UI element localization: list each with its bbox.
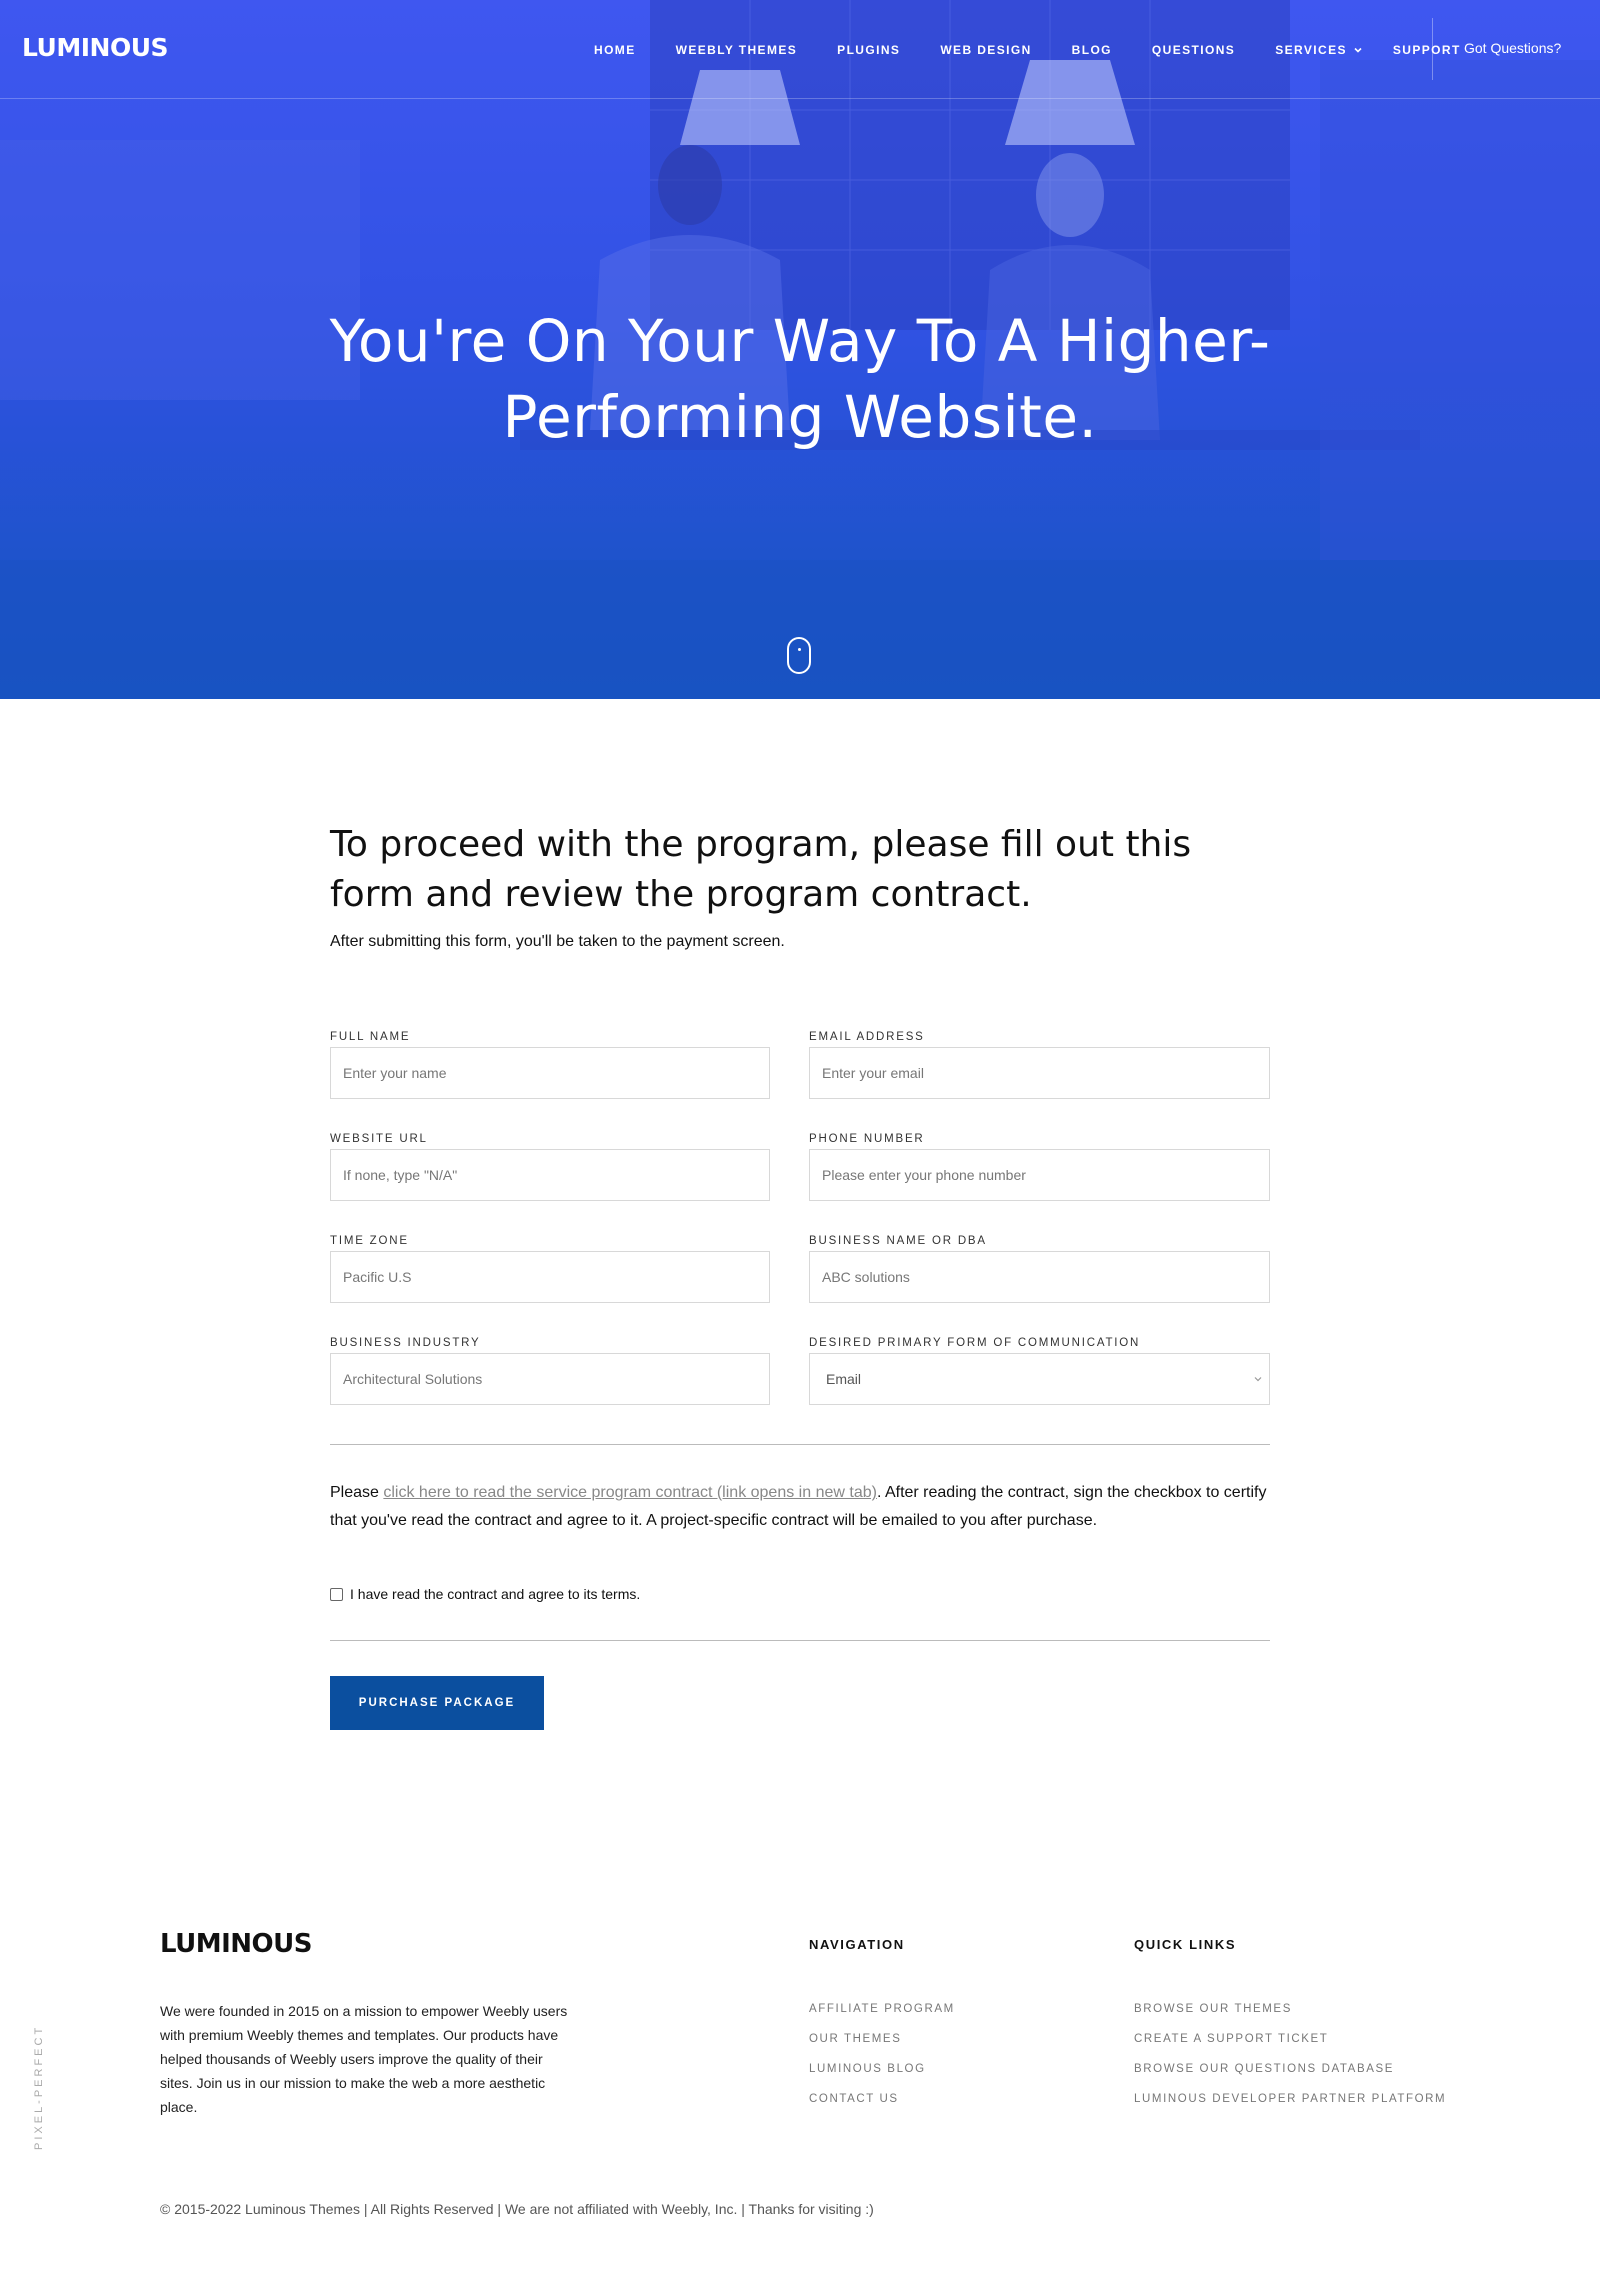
nav-label: HOME xyxy=(594,42,636,57)
nav-label: WEB DESIGN xyxy=(940,42,1032,57)
phone-label: PHONE NUMBER xyxy=(809,1133,925,1145)
contract-text-before: Please xyxy=(330,1484,384,1501)
footer-logo[interactable]: LUMINOUS xyxy=(160,1929,313,1959)
nav-item-blog[interactable]: BLOG xyxy=(1072,43,1112,57)
nav-item-weebly-themes[interactable]: WEEBLY THEMES xyxy=(676,43,798,57)
nav-label: PLUGINS xyxy=(837,42,901,57)
website-input[interactable] xyxy=(330,1149,770,1201)
footer-link-affiliate-program[interactable]: AFFILIATE PROGRAM xyxy=(809,2003,955,2015)
timezone-input[interactable] xyxy=(330,1251,770,1303)
form-subtitle: After submitting this form, you'll be ta… xyxy=(330,933,785,950)
nav-label: SUPPORT xyxy=(1392,42,1461,57)
chevron-down-icon xyxy=(1254,1377,1262,1382)
form-title: To proceed with the program, please fill… xyxy=(330,824,1192,915)
brand-logo[interactable]: LUMINOUS xyxy=(22,33,169,62)
industry-label: BUSINESS INDUSTRY xyxy=(330,1337,481,1349)
footer-link-support-ticket[interactable]: CREATE A SUPPORT TICKET xyxy=(1134,2033,1328,2045)
email-label: EMAIL ADDRESS xyxy=(809,1031,925,1043)
footer-quick-links-heading: QUICK LINKS xyxy=(1134,1937,1237,1952)
top-navigation: LUMINOUS HOME WEEBLY THEMES PLUGINS WEB … xyxy=(0,0,1600,99)
pixel-perfect-side-label: PIXEL-PERFECT xyxy=(33,2024,45,2150)
footer-about-text: We were founded in 2015 on a mission to … xyxy=(160,2003,568,2115)
footer-link-questions-database[interactable]: BROWSE OUR QUESTIONS DATABASE xyxy=(1134,2063,1394,2075)
business-name-label: BUSINESS NAME OR DBA xyxy=(809,1235,987,1247)
website-label: WEBSITE URL xyxy=(330,1133,428,1145)
full-name-label: FULL NAME xyxy=(330,1031,411,1043)
nav-label: BLOG xyxy=(1071,42,1112,57)
hero-title-line1: You're On Your Way To A Higher- xyxy=(329,307,1271,375)
nav-item-home[interactable]: HOME xyxy=(594,43,636,57)
phone-input[interactable] xyxy=(809,1149,1270,1201)
nav-item-web-design[interactable]: WEB DESIGN xyxy=(940,43,1031,57)
hero-title: You're On Your Way To A Higher- Performi… xyxy=(0,303,1600,455)
footer-link-our-themes[interactable]: OUR THEMES xyxy=(809,2033,901,2045)
purchase-package-button[interactable]: PURCHASE PACKAGE xyxy=(330,1676,544,1730)
nav-label: QUESTIONS xyxy=(1151,42,1236,57)
nav-label: WEEBLY THEMES xyxy=(675,42,798,57)
contract-paragraph: Please click here to read the service pr… xyxy=(330,1479,1275,1535)
business-name-input[interactable] xyxy=(809,1251,1270,1303)
agree-label: I have read the contract and agree to it… xyxy=(350,1586,641,1602)
footer-link-browse-themes[interactable]: BROWSE OUR THEMES xyxy=(1134,2003,1292,2015)
communication-selected-value: Email xyxy=(826,1371,862,1387)
footer-link-luminous-blog[interactable]: LUMINOUS BLOG xyxy=(809,2063,926,2075)
got-questions-link[interactable]: Got Questions? xyxy=(1464,40,1561,56)
hero-title-line2: Performing Website. xyxy=(502,383,1098,451)
nav-item-plugins[interactable]: PLUGINS xyxy=(837,43,900,57)
nav-item-services[interactable]: SERVICES xyxy=(1275,43,1363,57)
nav-divider xyxy=(1432,18,1433,80)
agree-checkbox[interactable] xyxy=(330,1587,343,1601)
footer-navigation-heading: NAVIGATION xyxy=(809,1937,905,1952)
main-menu: HOME WEEBLY THEMES PLUGINS WEB DESIGN BL… xyxy=(594,0,1501,99)
hero-section: LUMINOUS HOME WEEBLY THEMES PLUGINS WEB … xyxy=(0,0,1600,699)
footer-link-contact-us[interactable]: CONTACT US xyxy=(809,2093,899,2105)
nav-item-support[interactable]: SUPPORT xyxy=(1393,43,1461,57)
mouse-scroll-icon[interactable] xyxy=(787,637,811,674)
divider xyxy=(330,1640,1270,1641)
industry-input[interactable] xyxy=(330,1353,770,1405)
contract-link[interactable]: click here to read the service program c… xyxy=(383,1484,877,1501)
nav-label: SERVICES xyxy=(1275,42,1347,57)
divider xyxy=(330,1444,1270,1445)
nav-item-questions[interactable]: QUESTIONS xyxy=(1152,43,1235,57)
full-name-input[interactable] xyxy=(330,1047,770,1099)
scroll-dot xyxy=(798,648,801,651)
agree-checkbox-row[interactable]: I have read the contract and agree to it… xyxy=(330,1586,640,1602)
communication-label: DESIRED PRIMARY FORM OF COMMUNICATION xyxy=(809,1337,1141,1349)
communication-select[interactable]: Email xyxy=(809,1353,1270,1405)
footer-copyright: © 2015-2022 Luminous Themes | All Rights… xyxy=(160,2201,874,2217)
timezone-label: TIME ZONE xyxy=(330,1235,409,1247)
footer-link-developer-platform[interactable]: LUMINOUS DEVELOPER PARTNER PLATFORM xyxy=(1134,2093,1446,2105)
chevron-down-icon xyxy=(1354,47,1362,53)
email-input[interactable] xyxy=(809,1047,1270,1099)
